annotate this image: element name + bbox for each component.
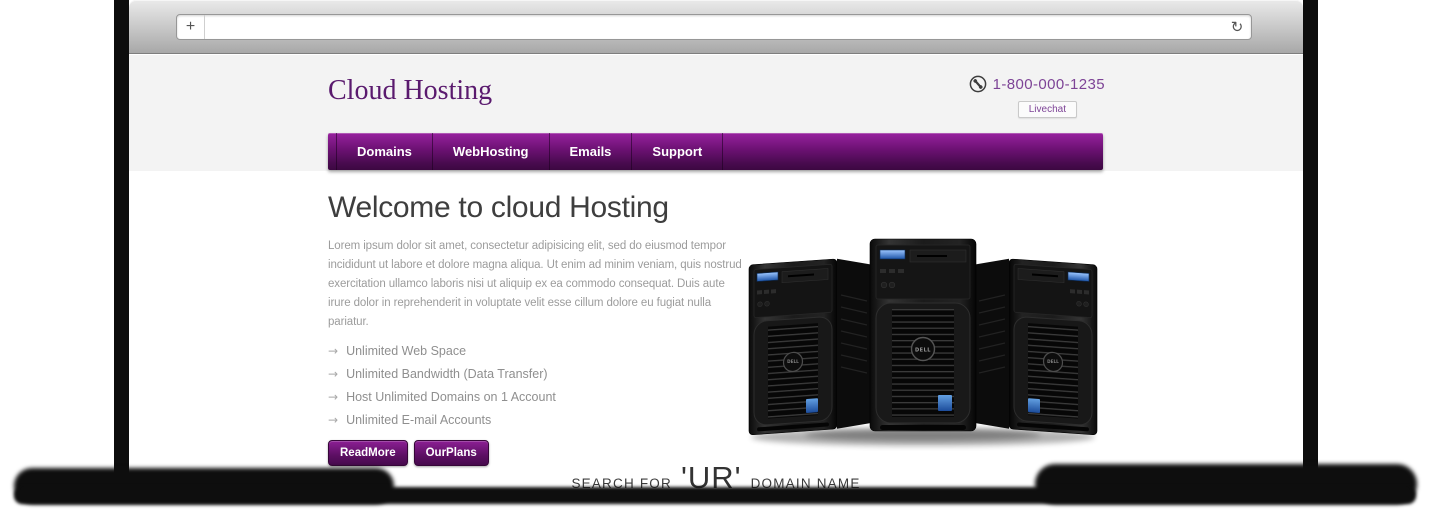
server-image: DELL DELL DELL (745, 237, 1101, 451)
window-shadow-right (1303, 0, 1318, 478)
nav-item-emails[interactable]: Emails (550, 133, 633, 170)
feature-label: Unlimited Bandwidth (Data Transfer) (346, 368, 547, 381)
dell-badge-label: DELL (915, 348, 931, 354)
hero-content: Welcome to cloud Hosting Lorem ipsum dol… (328, 191, 748, 466)
feature-item: → Unlimited E-mail Accounts (328, 414, 748, 427)
phone-row: 1-800-000-1235 (969, 75, 1105, 93)
page-canvas: + ↻ Cloud Hosting 1-800 (0, 0, 1435, 510)
bottom-shadow-bar (14, 487, 1416, 504)
browser-window: + ↻ Cloud Hosting 1-800 (129, 0, 1303, 490)
nav-item-domains[interactable]: Domains (336, 133, 433, 170)
hero-paragraph: Lorem ipsum dolor sit amet, consectetur … (328, 237, 748, 332)
feature-label: Host Unlimited Domains on 1 Account (346, 391, 556, 404)
site-logo[interactable]: Cloud Hosting (328, 75, 492, 107)
feature-item: → Host Unlimited Domains on 1 Account (328, 391, 748, 404)
arrow-bullet-icon: → (328, 368, 338, 381)
dell-badge-label: DELL (1047, 359, 1059, 364)
feature-item: → Unlimited Web Space (328, 345, 748, 358)
feature-item: → Unlimited Bandwidth (Data Transfer) (328, 368, 748, 381)
refresh-icon[interactable]: ↻ (1223, 18, 1251, 36)
main-nav: Domains WebHosting Emails Support (328, 133, 1103, 170)
feature-label: Unlimited Web Space (346, 345, 466, 358)
site-header: Cloud Hosting 1-800-000-1235 Livechat (129, 55, 1303, 171)
arrow-bullet-icon: → (328, 345, 338, 358)
url-input[interactable] (205, 15, 1223, 39)
new-tab-button[interactable]: + (177, 15, 205, 39)
arrow-bullet-icon: → (328, 414, 338, 427)
feature-list: → Unlimited Web Space → Unlimited Bandwi… (328, 345, 748, 427)
arrow-bullet-icon: → (328, 391, 338, 404)
phone-number[interactable]: 1-800-000-1235 (993, 76, 1105, 93)
livechat-button[interactable]: Livechat (1018, 101, 1077, 118)
phone-icon (969, 75, 987, 93)
site-page: Cloud Hosting 1-800-000-1235 Livechat (129, 55, 1303, 490)
feature-label: Unlimited E-mail Accounts (346, 414, 491, 427)
dell-badge-label: DELL (787, 359, 799, 364)
browser-chrome: + ↻ (129, 0, 1303, 54)
search-banner-highlight: 'UR' (681, 460, 742, 490)
nav-item-webhosting[interactable]: WebHosting (433, 133, 550, 170)
window-shadow-left (114, 0, 129, 478)
nav-item-support[interactable]: Support (632, 133, 723, 170)
page-title: Welcome to cloud Hosting (328, 191, 748, 225)
url-bar[interactable]: + ↻ (176, 14, 1252, 40)
